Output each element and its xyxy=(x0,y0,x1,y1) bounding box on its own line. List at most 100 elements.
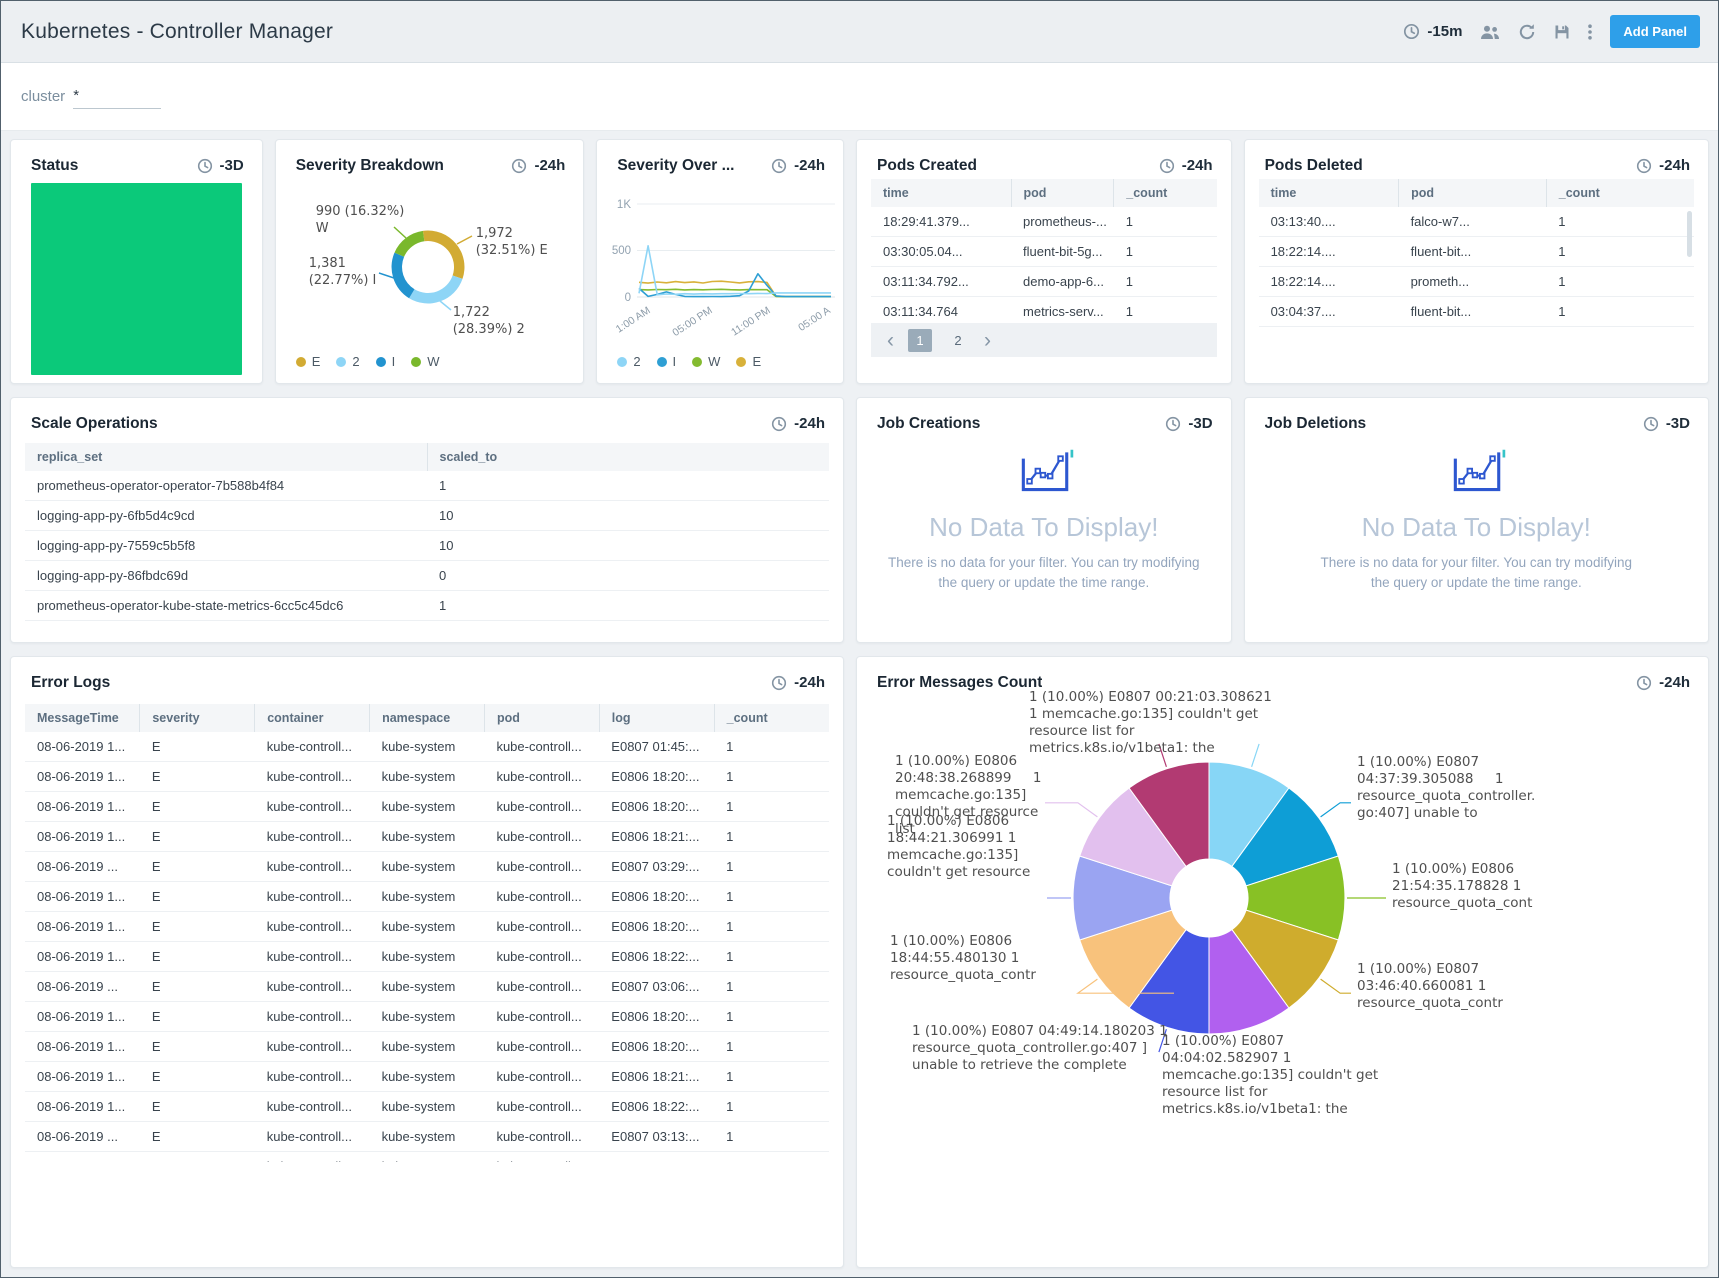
dashboard-page: Kubernetes - Controller Manager -15m Add… xyxy=(0,0,1719,1278)
page-title: Kubernetes - Controller Manager xyxy=(21,20,333,44)
clock-icon xyxy=(197,158,213,174)
table-row: 08-06-2019 1...E kube-controll...kube-sy… xyxy=(25,1032,829,1062)
column-header[interactable]: container xyxy=(255,704,370,732)
pie-slice-label: 1 (10.00%) E0806 18:44:55.480130 1 resou… xyxy=(890,933,1052,984)
pie-slice-label: 1 (10.00%) E0807 03:46:40.660081 1 resou… xyxy=(1357,961,1535,1012)
no-data-title: No Data To Display! xyxy=(1362,512,1591,543)
table-row: 08-06-2019 1...E kube-controll...kube-sy… xyxy=(25,912,829,942)
time-range-badge[interactable]: -3D xyxy=(197,157,244,174)
clock-icon xyxy=(1636,675,1652,691)
save-icon[interactable] xyxy=(1554,24,1570,40)
column-header[interactable]: pod xyxy=(484,704,599,732)
legend-item: I xyxy=(376,354,396,369)
panel-title: Error Messages Count xyxy=(877,674,1042,692)
svg-text:0: 0 xyxy=(625,292,631,304)
table-row: 08-06-2019 ...E kube-controll...kube-sys… xyxy=(25,972,829,1002)
legend-dot xyxy=(336,357,346,367)
legend-dot xyxy=(736,357,746,367)
svg-text:500: 500 xyxy=(612,245,631,257)
time-range-badge[interactable]: -24h xyxy=(771,674,825,691)
column-header[interactable]: pod xyxy=(1399,179,1547,207)
pie-slice-label: 1 (10.00%) E0806 20:48:38.268899 1 memca… xyxy=(895,753,1047,838)
time-range-badge[interactable]: -3D xyxy=(1643,415,1690,432)
panel-title: Job Creations xyxy=(877,415,980,433)
table-row: 18:29:41.379...prometheus-...1 xyxy=(871,207,1217,237)
cluster-filter-input[interactable] xyxy=(73,85,161,109)
add-panel-button[interactable]: Add Panel xyxy=(1610,15,1700,48)
pie-slice-label: 1 (10.00%) E0806 21:54:35.178828 1 resou… xyxy=(1392,861,1564,912)
page-2-button[interactable]: 2 xyxy=(946,329,970,352)
no-data-message-block: No Data To Display! There is no data for… xyxy=(857,446,1231,642)
prev-page-button[interactable]: ‹ xyxy=(887,330,894,351)
panel-title: Scale Operations xyxy=(31,415,158,433)
table-row: prometheus-operator-kube-state-metrics-6… xyxy=(25,591,829,621)
time-range-badge[interactable]: -24h xyxy=(771,415,825,432)
table-row: 08-06-2019 1...E kube-controll...kube-sy… xyxy=(25,762,829,792)
column-header[interactable]: MessageTime xyxy=(25,704,140,732)
table-row: 08-06-2019 1...E kube-controll...kube-sy… xyxy=(25,1062,829,1092)
column-header[interactable]: _count xyxy=(1114,179,1217,207)
table-row: 08-06-2019 1...E kube-controll...kube-sy… xyxy=(25,1092,829,1122)
legend-item: E xyxy=(296,354,321,369)
svg-text:11:00 PM: 11:00 PM xyxy=(729,304,773,338)
table-row: 03:13:40...calico-no...1 xyxy=(1259,327,1694,336)
table-row: logging-app-py-7559c5b5f810 xyxy=(25,531,829,561)
time-range-badge[interactable]: -24h xyxy=(1159,157,1213,174)
column-header[interactable]: log xyxy=(599,704,714,732)
column-header[interactable]: scaled_to xyxy=(427,443,829,471)
table-row: 03:13:40....falco-w7...1 xyxy=(1259,207,1694,237)
next-page-button[interactable]: › xyxy=(984,330,991,351)
panel-severity-over-time: Severity Over ... -24h 1K 500 0 1:00 AM … xyxy=(596,139,844,384)
scrollbar-thumb[interactable] xyxy=(1687,211,1692,257)
time-range-badge[interactable]: -24h xyxy=(1636,674,1690,691)
panel-title: Pods Deleted xyxy=(1265,157,1363,175)
legend-item: W xyxy=(411,354,439,369)
line-chart-icon xyxy=(1445,446,1507,498)
page-1-button[interactable]: 1 xyxy=(908,329,932,352)
table-row: prometheus-operator-operator-7b588b4f841 xyxy=(25,471,829,501)
time-range-badge[interactable]: -24h xyxy=(1636,157,1690,174)
legend-item: I xyxy=(657,354,677,369)
dashboard-board: Status -3D Severity Breakdown -24h xyxy=(1,131,1718,1268)
pie-slice-label: 1 (10.00%) E0807 00:21:03.308621 1 memca… xyxy=(1029,689,1277,757)
donut-slice-label: 1,381 (22.77%) I xyxy=(309,256,404,289)
no-data-message-block: No Data To Display! There is no data for… xyxy=(1245,446,1708,642)
panel-title: Pods Created xyxy=(877,157,977,175)
status-block xyxy=(31,183,242,375)
clock-icon xyxy=(1159,158,1175,174)
severity-line-chart: 1K 500 0 1:00 AM 05:00 PM 11:00 PM 05:00… xyxy=(597,140,844,384)
column-header[interactable]: _count xyxy=(1546,179,1694,207)
legend-dot xyxy=(657,357,667,367)
table-row: logging-app-py-6fb5d4c9cd10 xyxy=(25,501,829,531)
column-header[interactable]: namespace xyxy=(370,704,485,732)
column-header[interactable]: time xyxy=(1259,179,1399,207)
kebab-menu-icon[interactable] xyxy=(1588,24,1592,40)
legend-dot xyxy=(411,357,421,367)
dashboard-time-range[interactable]: -15m xyxy=(1403,23,1462,40)
panel-title: Status xyxy=(31,157,78,175)
pods-created-table: timepod_count 18:29:41.379...prometheus-… xyxy=(871,179,1217,327)
column-header[interactable]: time xyxy=(871,179,1011,207)
panel-title: Job Deletions xyxy=(1265,415,1367,433)
svg-text:05:00 A: 05:00 A xyxy=(797,304,833,333)
column-header[interactable]: _count xyxy=(714,704,829,732)
no-data-message: There is no data for your filter. You ca… xyxy=(879,553,1209,594)
table-row: logging-app-py-86fbdc69d0 xyxy=(25,561,829,591)
column-header[interactable]: severity xyxy=(140,704,255,732)
time-range-badge[interactable]: -3D xyxy=(1165,415,1212,432)
legend-dot xyxy=(296,357,306,367)
column-header[interactable]: pod xyxy=(1011,179,1114,207)
pie-slice-label: 1 (10.00%) E0807 04:37:39.305088 1 resou… xyxy=(1357,754,1543,822)
time-range-value: -15m xyxy=(1427,23,1462,40)
panel-status: Status -3D xyxy=(10,139,263,384)
table-row: 08-06-2019 1...E kube-controll...kube-sy… xyxy=(25,792,829,822)
table-row: 08-06-2019 1...E kube-controll...kube-sy… xyxy=(25,1002,829,1032)
no-data-title: No Data To Display! xyxy=(929,512,1158,543)
legend-dot xyxy=(376,357,386,367)
refresh-icon[interactable] xyxy=(1518,23,1536,41)
clock-icon xyxy=(1636,158,1652,174)
share-users-icon[interactable] xyxy=(1480,24,1500,40)
column-header[interactable]: replica_set xyxy=(25,443,427,471)
table-row: 03:30:05.04...fluent-bit-5g...1 xyxy=(871,237,1217,267)
legend-dot xyxy=(617,357,627,367)
